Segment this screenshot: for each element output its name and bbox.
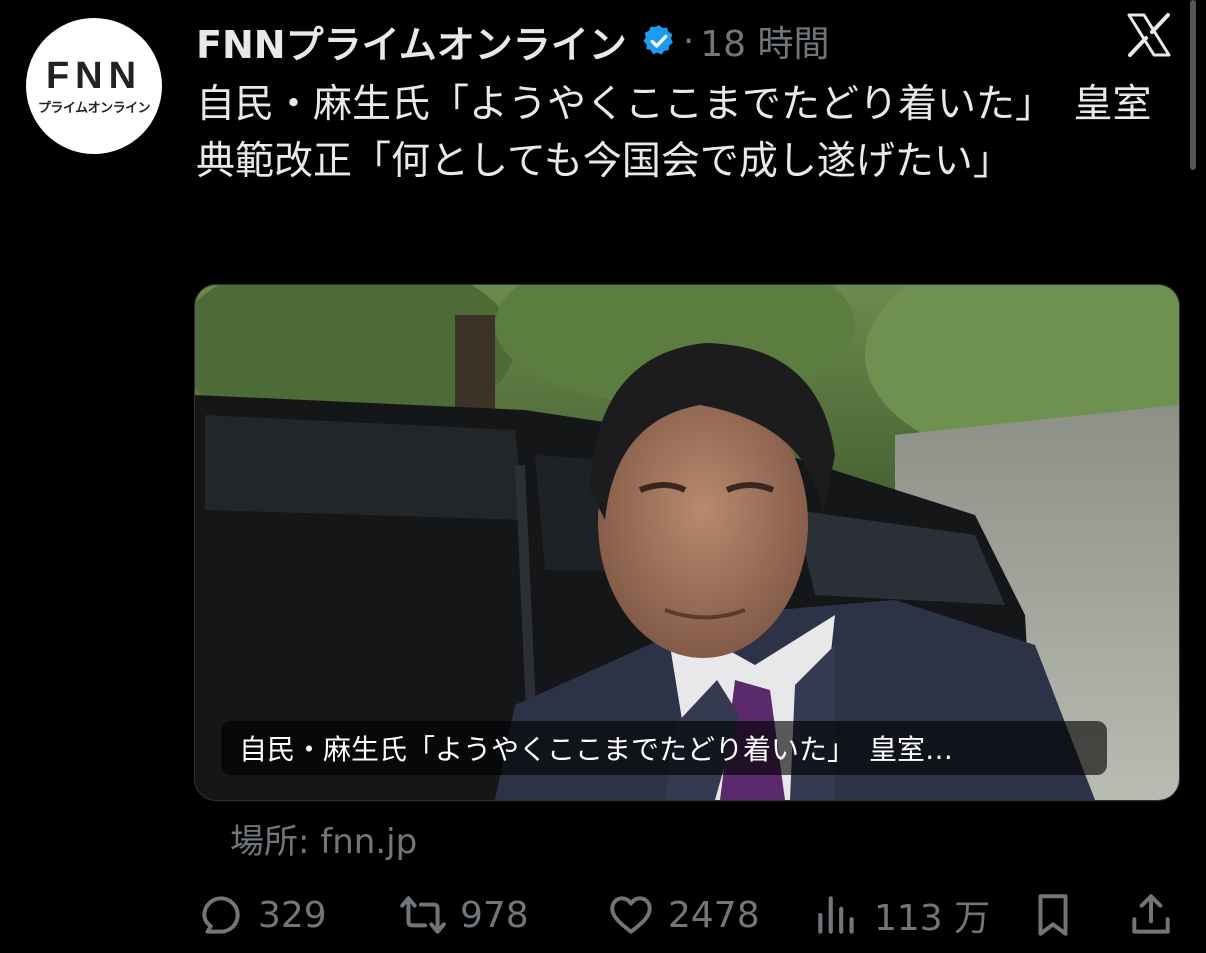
tweet-actions: 329 978 2478 113 万 [0,880,1206,950]
avatar[interactable]: FNN プライムオンライン [26,18,162,154]
like-button[interactable]: 2478 [606,880,760,950]
reply-button[interactable]: 329 [196,880,327,950]
bookmark-icon [1038,894,1068,936]
link-card[interactable]: 自民・麻生氏「ようやくここまでたどり着いた」 皇室… [194,284,1180,801]
bookmark-button[interactable] [1028,880,1078,950]
views-count: 113 万 [874,898,991,939]
like-icon [610,896,652,934]
share-icon [1132,894,1170,934]
reply-count: 329 [258,894,327,936]
views-icon [818,896,854,934]
author-name[interactable]: FNNプライムオンライン [196,14,627,69]
like-count: 2478 [668,894,760,936]
repost-button[interactable]: 978 [398,880,529,950]
verified-badge-icon [643,25,673,55]
tweet-separator: · [682,20,695,62]
card-source[interactable]: 場所: fnn.jp [230,814,417,863]
repost-count: 978 [460,894,529,936]
views-button[interactable]: 113 万 [812,880,990,950]
tweet-text: 自民・麻生氏「ようやくここまでたどり着いた」 皇室典範改正「何としても今国会で成… [196,82,1152,184]
x-logo-icon[interactable] [1124,10,1174,60]
share-button[interactable] [1126,880,1176,950]
avatar-logo-text: FNN [45,54,143,97]
card-title-overlay: 自民・麻生氏「ようやくここまでたどり着いた」 皇室… [221,721,1107,775]
tweet-header: FNNプライムオンライン · 18 時間 [196,14,1186,68]
repost-icon [400,896,446,934]
scrollbar[interactable] [1190,0,1196,170]
reply-icon [202,896,240,934]
tweet-time[interactable]: 18 時間 [700,15,829,67]
avatar-logo-subtext: プライムオンライン [37,100,151,116]
